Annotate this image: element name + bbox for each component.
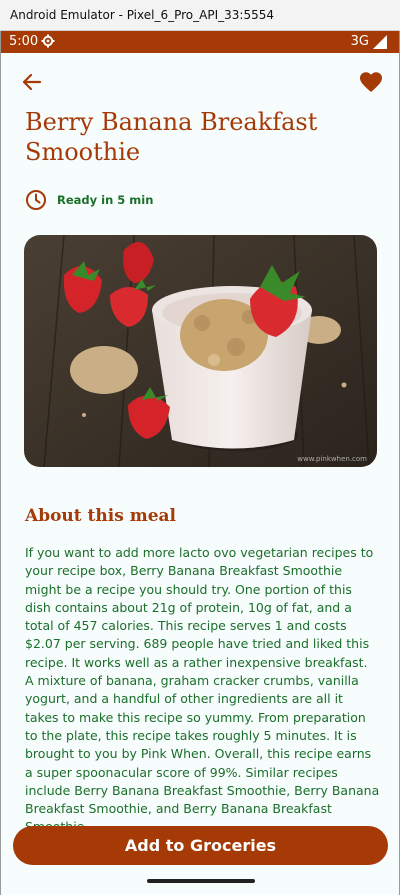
phone-screen: 5:00 3G Berry Banana Breakfast Smoothie … [0,31,400,895]
image-watermark: www.pinkwhen.com [297,455,367,463]
clock-icon [26,190,46,210]
emulator-title-bar: Android Emulator - Pixel_6_Pro_API_33:55… [0,0,400,31]
arrow-left-icon[interactable] [21,71,43,93]
about-heading: About this meal [25,506,176,526]
ready-time-label: Ready in 5 min [57,193,154,207]
status-bar: 5:00 3G [1,31,399,53]
gear-icon [41,34,55,48]
add-to-groceries-button[interactable]: Add to Groceries [13,826,388,865]
status-time: 5:00 [9,34,39,49]
recipe-description: If you want to add more lacto ovo vegeta… [25,545,380,834]
window-title: Android Emulator - Pixel_6_Pro_API_33:55… [10,8,274,22]
heart-icon[interactable] [359,71,383,93]
gesture-nav-bar [1,871,399,895]
home-handle[interactable] [147,879,255,883]
network-type: 3G [350,34,369,49]
recipe-image: www.pinkwhen.com [24,235,377,467]
signal-icon [373,35,387,49]
ready-time: Ready in 5 min [25,189,153,211]
recipe-title: Berry Banana Breakfast Smoothie [25,108,318,166]
